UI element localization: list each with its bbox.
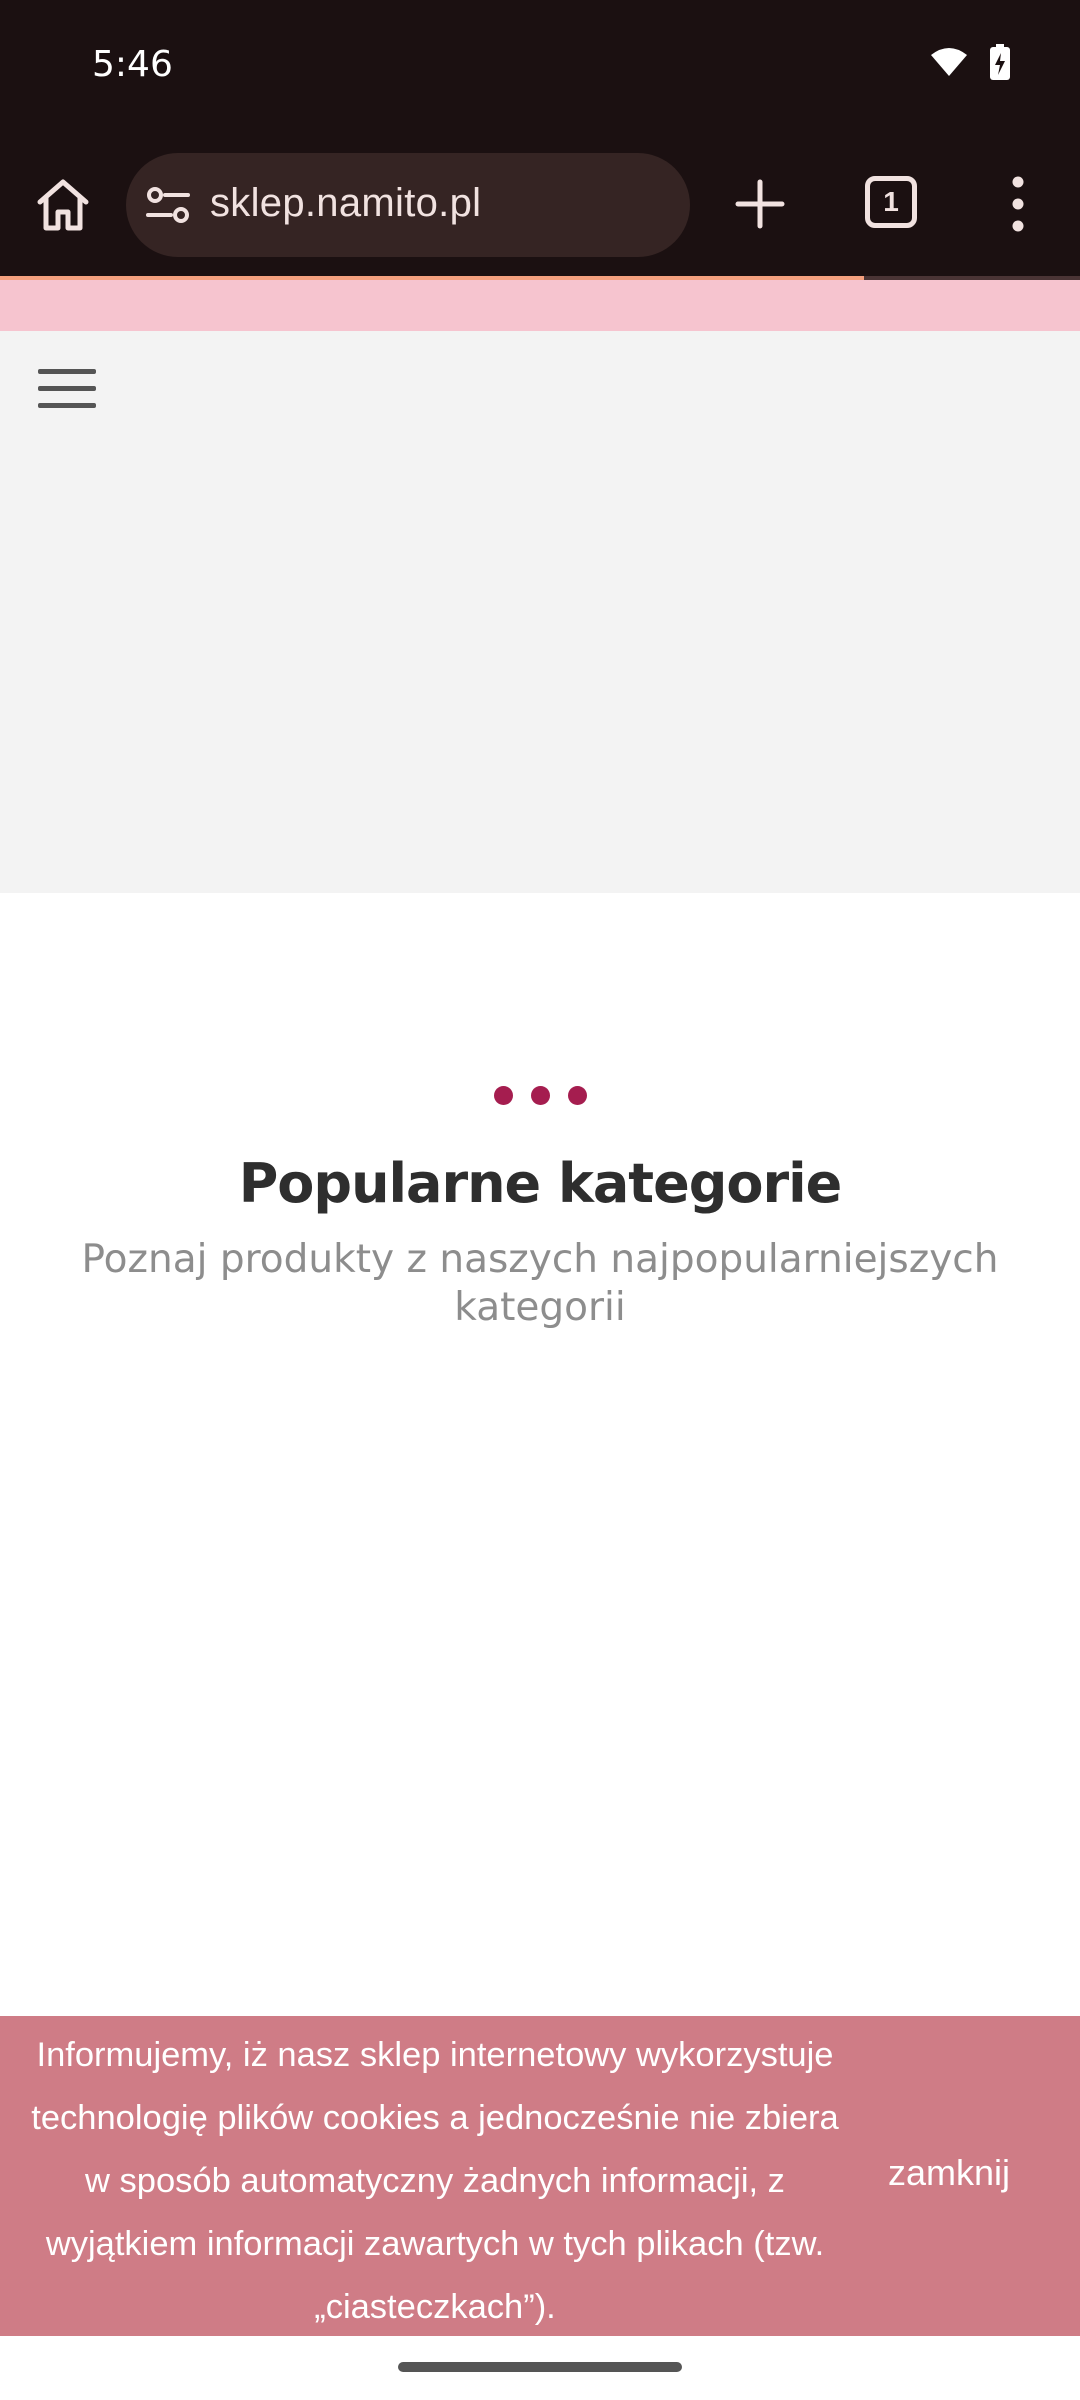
site-info-icon[interactable] (146, 185, 190, 225)
status-time: 5:46 (92, 44, 173, 85)
status-bar: 5:46 (0, 0, 1080, 130)
loading-dot (567, 1086, 587, 1105)
promo-strip (0, 280, 1080, 331)
loading-dots (0, 1086, 1080, 1105)
section-subtitle: Poznaj produkty z naszych najpopularniej… (81, 1237, 999, 1330)
loading-dot (530, 1086, 550, 1105)
tabs-icon[interactable]: 1 (865, 176, 917, 228)
loading-dot (493, 1086, 513, 1105)
cookie-line: „ciasteczkach”). (314, 2288, 556, 2326)
url-bar[interactable]: sklep.namito.pl (126, 153, 690, 257)
cookie-line: w sposób automatyczny żadnych informacji… (85, 2162, 785, 2200)
more-vert-icon[interactable] (1000, 174, 1036, 234)
gesture-nav-bar[interactable] (398, 2362, 682, 2372)
battery-charging-icon (990, 44, 1010, 80)
cookie-message: Informujemy, iż nasz sklep internetowy w… (0, 2024, 870, 2339)
cookie-line: wyjątkiem informacji zawartych w tych pl… (45, 2225, 825, 2263)
browser-toolbar: sklep.namito.pl 1 (0, 130, 1080, 276)
tab-count: 1 (883, 186, 899, 217)
hamburger-icon[interactable] (38, 369, 96, 411)
plus-icon[interactable] (732, 176, 788, 232)
cookie-line: Informujemy, iż nasz sklep internetowy w… (36, 2036, 834, 2074)
cookie-banner: Informujemy, iż nasz sklep internetowy w… (0, 2016, 1080, 2336)
wifi-icon (931, 48, 967, 76)
cookie-close-button[interactable]: zamknij (888, 2152, 1010, 2194)
section-title: Popularne kategorie (238, 1152, 843, 1215)
cookie-line: technologię plików cookies a jednocześni… (31, 2099, 839, 2137)
url-text[interactable]: sklep.namito.pl (210, 181, 481, 226)
hero-section (0, 331, 1080, 893)
status-icons (930, 44, 1010, 80)
home-icon[interactable] (34, 176, 92, 234)
